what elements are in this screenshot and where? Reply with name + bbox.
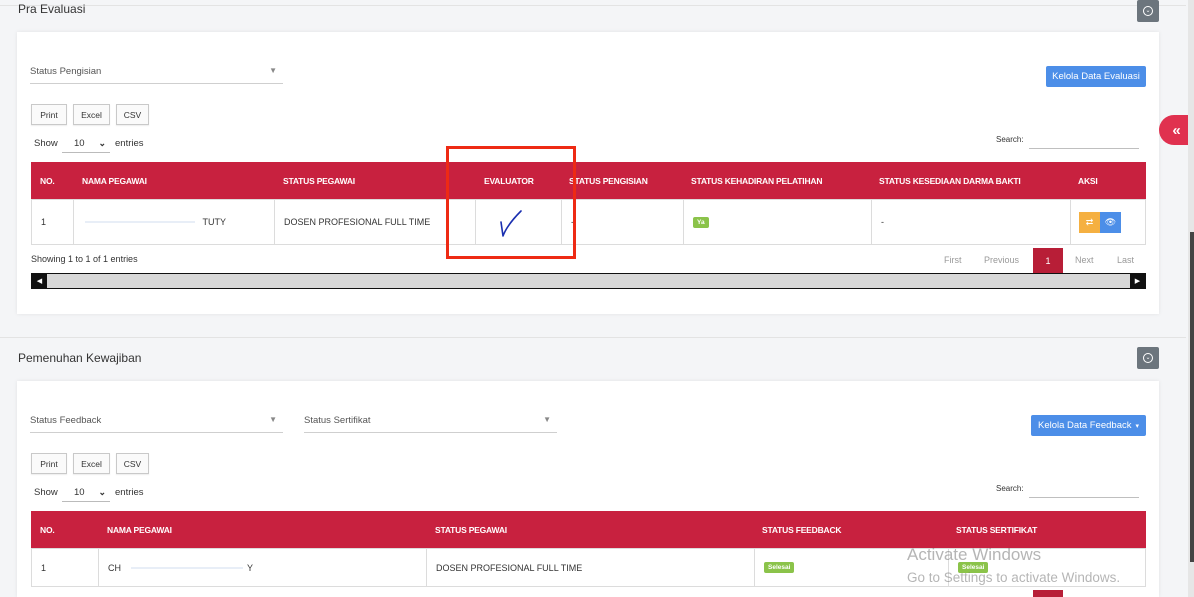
collapse-pemenuhan-button[interactable]: ⌄ [1137,347,1159,369]
column-header[interactable]: STATUS PEGAWAI [283,162,355,199]
nama-end-text: Y [247,562,254,573]
eye-icon: 👁 [1104,217,1117,227]
section-title-pemenuhan-kewajiban: Pemenuhan Kewajiban [18,351,142,365]
table-header: NO. NAMA PEGAWAI STATUS PEGAWAI STATUS F… [31,511,1146,548]
pagination-last[interactable]: Last [1117,255,1134,265]
pagination-first[interactable]: First [944,255,962,265]
status-sertifikat-label: Status Sertifikat [304,415,371,426]
horizontal-scrollbar[interactable]: ◀ ▶ [31,273,1146,289]
column-header[interactable]: STATUS KESEDIAAN DARMA BAKTI [879,162,1021,199]
show-label: Show [34,138,58,149]
excel-button[interactable]: Excel [73,104,110,125]
collapse-pra-evaluasi-button[interactable]: ⌄ [1137,0,1159,22]
csv-button[interactable]: CSV [116,104,149,125]
entries-length-select[interactable]: 10 ⌄ [62,135,110,153]
cell-nama-pegawai: CH Y [98,549,426,586]
cell-kehadiran: Ya [683,200,871,244]
redacted-name [84,221,195,223]
search-input[interactable] [1029,148,1139,149]
show-label: Show [34,487,58,498]
search-input[interactable] [1029,497,1139,498]
caret-down-icon: ▼ [269,66,277,75]
scroll-left-icon[interactable]: ◀ [32,274,47,288]
column-header[interactable]: STATUS PENGISIAN [569,162,648,199]
table-header: NO. NAMA PEGAWAI STATUS PEGAWAI EVALUATO… [31,162,1146,199]
cell-status-pegawai: DOSEN PROFESIONAL FULL TIME [274,200,475,244]
pagination-page-1[interactable]: 1 [1033,248,1063,273]
edit-button[interactable]: ⇄ [1079,212,1100,233]
windows-watermark-subtitle: Go to Settings to activate Windows. [907,570,1121,585]
cell-darma-bakti: - [871,200,1070,244]
pagination-previous[interactable]: Previous [984,255,1019,265]
entries-label: entries [115,138,144,149]
status-badge: Selesai [764,562,795,573]
scrollbar-thumb[interactable] [1190,232,1194,562]
table-row: 1 TUTY DOSEN PROFESIONAL FULL TIME - Ya … [31,199,1146,245]
cell-no: 1 [41,562,47,573]
chevron-down-icon: ⌄ [1143,6,1153,16]
pagination-page-partial[interactable] [1033,590,1063,597]
windows-watermark-title: Activate Windows [907,545,1042,564]
section-title-pra-evaluasi: Pra Evaluasi [18,2,86,16]
redacted-name [131,566,243,569]
status-badge: Ya [693,216,709,228]
kelola-data-feedback-button[interactable]: Kelola Data Feedback ▾ [1031,415,1146,436]
scroll-right-icon[interactable]: ▶ [1130,274,1145,288]
entries-value: 10 [74,487,85,498]
print-button[interactable]: Print [31,104,67,125]
cell-status-pengisian: - [561,200,683,244]
vertical-scrollbar[interactable] [1188,0,1194,597]
view-button[interactable]: 👁 [1100,212,1121,233]
status-pengisian-select[interactable]: Status Pengisian ▼ [30,60,283,84]
column-header[interactable]: STATUS FEEDBACK [762,511,842,548]
search-label: Search: [996,135,1024,144]
status-feedback-label: Status Feedback [30,415,102,426]
column-header[interactable]: STATUS KEHADIRAN PELATIHAN [691,162,822,199]
status-feedback-select[interactable]: Status Feedback ▼ [30,409,283,433]
column-header[interactable]: NAMA PEGAWAI [82,162,147,199]
top-divider [0,5,1186,6]
column-header[interactable]: NO. [40,162,55,199]
double-chevron-left-icon: « [1172,121,1181,139]
column-header[interactable]: STATUS SERTIFIKAT [956,511,1037,548]
annotation-highlight-box [446,146,576,259]
column-header[interactable]: NAMA PEGAWAI [107,511,172,548]
section-divider [0,337,1186,338]
kelola-feedback-label: Kelola Data Feedback [1038,420,1132,431]
chevron-down-icon: ⌄ [98,487,106,497]
chevron-down-icon: ⌄ [98,138,106,148]
swap-arrows-icon: ⇄ [1085,217,1094,227]
column-header: AKSI [1078,175,1098,186]
entries-label: entries [115,487,144,498]
entries-value: 10 [74,138,85,149]
csv-button[interactable]: CSV [116,453,149,474]
search-label: Search: [996,484,1024,493]
table-info: Showing 1 to 1 of 1 entries [31,254,138,264]
cell-nama-pegawai: TUTY [73,200,274,244]
status-sertifikat-select[interactable]: Status Sertifikat ▼ [304,409,557,433]
entries-length-select[interactable]: 10 ⌄ [62,484,110,502]
caret-down-icon: ▾ [1135,422,1139,430]
nama-start-text: CH [108,562,121,573]
cell-no: 1 [41,217,47,227]
status-pengisian-label: Status Pengisian [30,66,102,77]
excel-button[interactable]: Excel [73,453,110,474]
nama-text: TUTY [202,217,227,227]
pagination-next[interactable]: Next [1075,255,1094,265]
kelola-data-evaluasi-button[interactable]: Kelola Data Evaluasi [1046,66,1146,87]
chevron-down-icon: ⌄ [1143,353,1153,363]
caret-down-icon: ▼ [543,415,551,424]
column-header[interactable]: NO. [40,511,55,548]
print-button[interactable]: Print [31,453,67,474]
column-header[interactable]: STATUS PEGAWAI [435,511,507,548]
caret-down-icon: ▼ [269,415,277,424]
cell-status-pegawai: DOSEN PROFESIONAL FULL TIME [426,549,754,586]
